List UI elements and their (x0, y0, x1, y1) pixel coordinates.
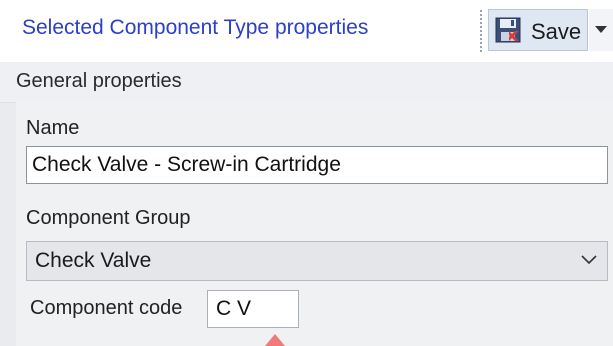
name-label: Name (26, 117, 80, 139)
save-button[interactable]: Save (488, 9, 588, 51)
toolbar-separator (480, 10, 484, 52)
save-label: Save (531, 19, 582, 44)
save-disk-icon (495, 17, 521, 43)
component-group-value: Check Valve (35, 249, 152, 272)
general-properties-panel: Name Check Valve - Screw-in Cartridge Co… (16, 102, 613, 346)
name-input[interactable]: Check Valve - Screw-in Cartridge (26, 146, 608, 184)
component-group-label: Component Group (26, 207, 191, 229)
header-bar: Selected Component Type properties Save (0, 0, 613, 63)
caret-down-icon (595, 26, 607, 33)
component-code-label: Component code (30, 297, 183, 319)
component-code-input[interactable]: C V (207, 290, 299, 328)
chevron-down-icon (581, 255, 597, 265)
component-group-select[interactable]: Check Valve (26, 241, 608, 281)
page-title: Selected Component Type properties (22, 16, 369, 39)
save-dropdown-button[interactable] (589, 9, 613, 51)
section-title: General properties (16, 70, 182, 92)
properties-window: Selected Component Type properties Save (0, 0, 613, 346)
section-header-general[interactable]: General properties (0, 62, 613, 103)
pointer-arrow-icon (265, 334, 285, 346)
